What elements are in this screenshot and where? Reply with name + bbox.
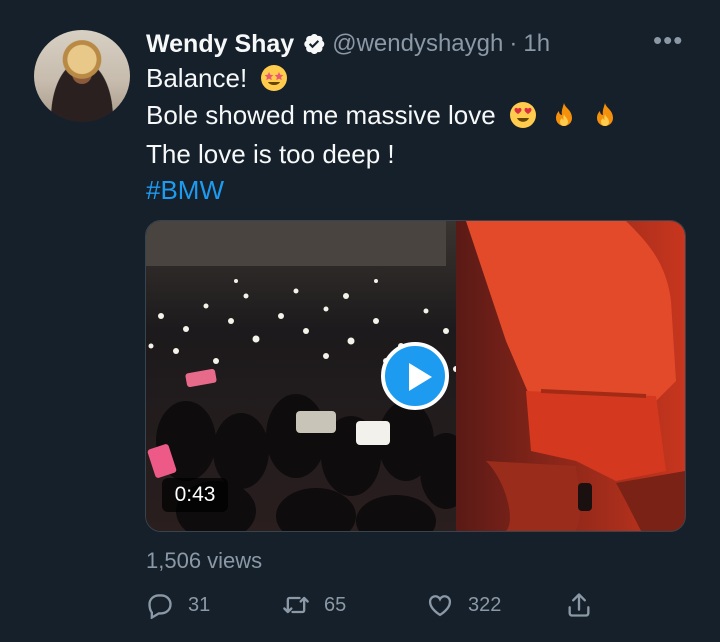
like-count: 322 — [468, 593, 502, 616]
share-icon — [568, 593, 590, 617]
tweet-text-line: The love is too deep ! — [146, 139, 395, 169]
fire-emoji-icon — [556, 103, 573, 126]
heart-icon — [428, 595, 452, 617]
avatar[interactable] — [34, 30, 130, 122]
retweet-button[interactable]: 65 — [282, 588, 346, 622]
like-button[interactable]: 322 — [426, 588, 501, 622]
author-name[interactable]: Wendy Shay — [146, 30, 294, 59]
retweet-count: 65 — [324, 593, 347, 616]
hashtag-link[interactable]: #BMW — [146, 175, 224, 206]
fire-emoji-icon — [597, 103, 614, 126]
retweet-icon — [283, 596, 309, 614]
star-struck-emoji-icon — [261, 65, 288, 91]
reply-button[interactable]: 31 — [146, 588, 210, 622]
tweet-text-love: Bole showed me massive love — [146, 100, 496, 130]
reply-count: 31 — [188, 593, 211, 616]
separator-dot: · — [509, 30, 518, 57]
more-options-icon[interactable]: ••• — [653, 27, 683, 53]
tweet-text-line: Bole showed me massive love — [146, 100, 619, 131]
share-button[interactable] — [565, 588, 607, 622]
timestamp[interactable]: 1h — [523, 30, 550, 58]
verified-badge-icon — [304, 34, 325, 54]
view-count[interactable]: 1,506 views — [146, 548, 262, 574]
reply-icon — [148, 594, 172, 619]
author-handle[interactable]: @wendyshaygh — [332, 30, 503, 58]
tweet-text-line: Balance! — [146, 63, 288, 94]
video-duration: 0:43 — [162, 478, 228, 512]
tweet-header: Wendy Shay @wendyshaygh · 1h — [146, 28, 550, 60]
tweet-text-balance: Balance! — [146, 63, 248, 93]
heart-eyes-emoji-icon — [509, 102, 536, 128]
play-button[interactable] — [381, 342, 449, 410]
